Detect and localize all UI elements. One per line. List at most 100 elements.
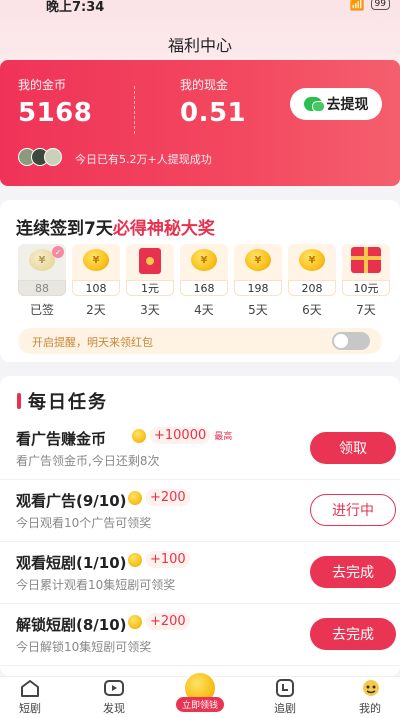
red-packet-icon (139, 248, 161, 274)
coins-value: 5168 (18, 98, 93, 128)
task-row: 看广告赚金币 +10000 最高看广告领金币,今日还剩8次 领取 (0, 420, 400, 480)
signin-day-amount: 168 (180, 280, 228, 296)
signin-day[interactable]: ¥168 4天 (180, 244, 228, 318)
me-icon (360, 679, 380, 697)
task-reward: +100 (128, 551, 190, 568)
task-description: 今日观看10个广告可领奖 (16, 516, 152, 530)
signin-title-highlight: 必得神秘大奖 (112, 219, 215, 239)
task-action-button[interactable]: 去完成 (310, 618, 396, 650)
task-description: 看广告领金币,今日还剩8次 (16, 454, 160, 468)
daily-tasks-card: 每日任务 看广告赚金币 +10000 最高看广告领金币,今日还剩8次 领取观看广告(9… (0, 376, 400, 676)
signin-day[interactable]: 1元 3天 (126, 244, 174, 318)
nav-item-follow[interactable]: 追剧 (255, 679, 315, 716)
withdraw-button[interactable]: 去提现 (290, 88, 382, 120)
task-row: 解锁短剧(8/10) +200 今日解锁10集短剧可领奖 去完成 (0, 606, 400, 666)
coins-label: 我的金币 (18, 78, 67, 92)
task-action-button[interactable]: 进行中 (310, 494, 396, 526)
coin-icon: ¥ (245, 249, 271, 271)
signin-day-amount: 88 (18, 280, 66, 296)
signin-day-label: 4天 (194, 303, 214, 317)
signin-day-label: 7天 (356, 303, 376, 317)
signin-day-amount: 208 (288, 280, 336, 296)
tasks-title-accent (17, 393, 21, 409)
task-row: 观看广告(9/10) +200 今日观看10个广告可领奖 进行中 (0, 482, 400, 542)
signin-days: ¥ ✓ 88 已签 ¥108 2天 1元 3天 ¥168 4天 ¥198 5天 ¥208 6天 10元 7天 (18, 244, 390, 318)
play-icon (104, 679, 124, 697)
signin-day-box: ¥108 (72, 244, 120, 296)
task-reward: +200 (128, 489, 190, 506)
task-name: 解锁短剧(8/10) (16, 616, 127, 634)
coin-icon (132, 428, 146, 443)
checked-icon: ✓ (52, 246, 64, 258)
signin-title: 连续签到7天必得神秘大奖 (16, 214, 215, 239)
status-bar: 晚上7:34 📶 99 (0, 0, 400, 15)
avatar (44, 148, 62, 166)
task-description: 今日解锁10集短剧可领奖 (16, 640, 152, 654)
coin-icon (128, 552, 142, 567)
nav-label: 我的 (359, 702, 381, 715)
task-action-button[interactable]: 去完成 (310, 556, 396, 588)
task-action-button[interactable]: 领取 (310, 432, 396, 464)
home-icon (20, 679, 40, 697)
withdraw-notice: 今日已有5.2万+人提现成功 (75, 153, 212, 166)
signin-day-box: 1元 (126, 244, 174, 296)
nav-label: 立即领钱 (175, 697, 224, 712)
task-name: 看广告赚金币 (16, 430, 107, 448)
reminder-bar: 开启提醒，明天来领红包 (18, 328, 382, 354)
task-row: 观看短剧(1/10) +100 今日累计观看10集短剧可领奖 去完成 (0, 544, 400, 604)
follow-icon (275, 679, 295, 697)
signin-day-amount: 1元 (126, 280, 174, 296)
signin-day[interactable]: ¥ ✓ 88 已签 (18, 244, 66, 318)
task-reward: +200 (128, 613, 190, 630)
signin-day-box: ¥168 (180, 244, 228, 296)
nav-item-earn[interactable]: 立即领钱 (173, 671, 227, 712)
reminder-text: 开启提醒，明天来领红包 (32, 336, 153, 349)
signin-day-label: 5天 (248, 303, 268, 317)
nav-item-drama[interactable]: 短剧 (0, 679, 60, 716)
signin-day-amount: 198 (234, 280, 282, 296)
cash-label: 我的现金 (180, 78, 229, 92)
task-name: 观看短剧(1/10) (16, 554, 127, 572)
gift-box-icon (351, 247, 381, 273)
signin-day-label: 已签 (29, 303, 54, 317)
coin-icon: ¥ (83, 249, 109, 271)
nav-label: 发现 (103, 702, 125, 715)
tasks-title: 每日任务 (28, 392, 108, 413)
task-description: 今日累计观看10集短剧可领奖 (16, 578, 176, 592)
task-reward-value: +100 (146, 551, 190, 568)
signin-day-box: ¥ ✓ 88 (18, 244, 66, 296)
coin-icon: ¥ (299, 249, 325, 271)
task-name: 观看广告(9/10) (16, 492, 127, 510)
signin-day-label: 3天 (140, 303, 160, 317)
nav-label: 短剧 (19, 702, 41, 715)
nav-item-discover[interactable]: 发现 (84, 679, 144, 716)
signin-day[interactable]: ¥208 6天 (288, 244, 336, 318)
task-reward-value: +10000 (150, 427, 211, 444)
wallet-divider (134, 86, 135, 134)
signin-day-amount: 10元 (342, 280, 390, 296)
status-time: 晚上7:34 (46, 0, 105, 15)
avatar-group (18, 148, 62, 166)
withdraw-label: 去提现 (326, 97, 369, 113)
signin-day-box: 10元 (342, 244, 390, 296)
wechat-icon (303, 97, 325, 112)
reminder-toggle[interactable] (332, 332, 370, 350)
signin-day-amount: 108 (72, 280, 120, 296)
nav-item-me[interactable]: 我的 (340, 679, 400, 716)
coin-icon: ¥ (191, 249, 217, 271)
signal-icon: 📶 (349, 0, 365, 11)
signin-day-box: ¥208 (288, 244, 336, 296)
wallet-card: 我的金币 5168 我的现金 0.51 去提现 今日已有5.2万+人提现成功 (0, 60, 400, 186)
signin-day-label: 2天 (86, 303, 106, 317)
signin-title-prefix: 连续签到7天 (16, 219, 113, 239)
signin-day[interactable]: ¥108 2天 (72, 244, 120, 318)
battery-icon: 99 (370, 0, 390, 10)
task-reward: +10000 最高 (132, 427, 232, 444)
signin-day-label: 6天 (302, 303, 322, 317)
signin-day[interactable]: 10元 7天 (342, 244, 390, 318)
coin-icon (128, 614, 142, 629)
bottom-nav: 短剧 发现 立即领钱 追剧 我的 (0, 671, 400, 718)
cash-value: 0.51 (180, 98, 247, 128)
signin-day[interactable]: ¥198 5天 (234, 244, 282, 318)
status-icons: 📶 99 (350, 0, 390, 11)
